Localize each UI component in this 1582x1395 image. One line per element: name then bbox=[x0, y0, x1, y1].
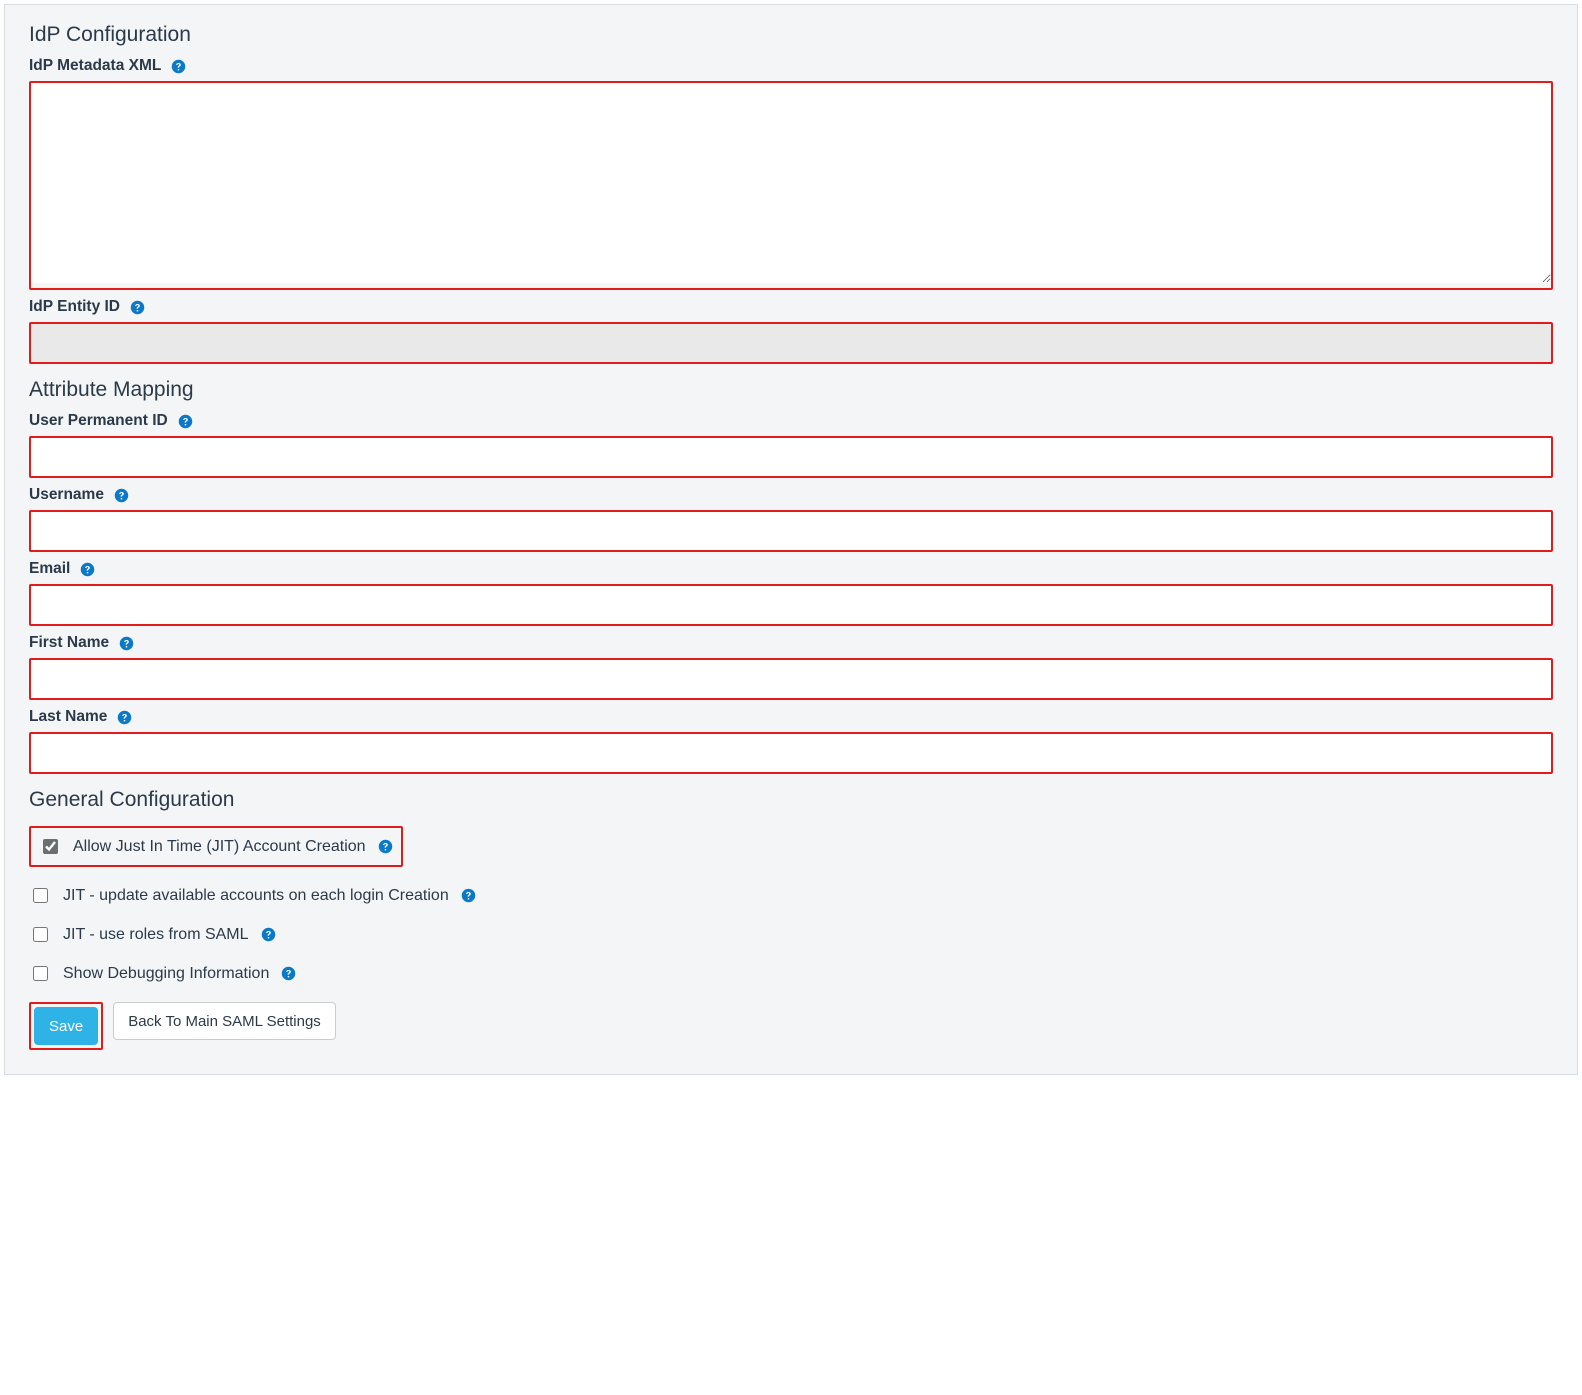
metadata-textarea[interactable] bbox=[31, 83, 1551, 283]
required-box-save: Save bbox=[29, 1002, 103, 1050]
check-row-debug: Show Debugging Information bbox=[29, 963, 1553, 984]
saml-config-panel: IdP Configuration IdP Metadata XML IdP E… bbox=[4, 4, 1578, 1075]
last-name-input[interactable] bbox=[31, 734, 1551, 772]
help-icon[interactable] bbox=[261, 927, 276, 942]
check-row-jit-update: JIT - update available accounts on each … bbox=[29, 885, 1553, 906]
back-button[interactable]: Back To Main SAML Settings bbox=[113, 1002, 336, 1040]
email-input[interactable] bbox=[31, 586, 1551, 624]
help-icon[interactable] bbox=[171, 59, 186, 74]
help-icon[interactable] bbox=[114, 488, 129, 503]
check-row-jit-create: Allow Just In Time (JIT) Account Creatio… bbox=[29, 826, 403, 867]
help-icon[interactable] bbox=[178, 414, 193, 429]
help-icon[interactable] bbox=[117, 710, 132, 725]
required-box-last-name bbox=[29, 732, 1553, 774]
label-row-username: Username bbox=[29, 486, 1553, 504]
required-box-perm-id bbox=[29, 436, 1553, 478]
required-box-first-name bbox=[29, 658, 1553, 700]
label-username: Username bbox=[29, 486, 104, 504]
label-row-last-name: Last Name bbox=[29, 708, 1553, 726]
label-row-first-name: First Name bbox=[29, 634, 1553, 652]
check-label-jit-roles: JIT - use roles from SAML bbox=[63, 926, 249, 944]
label-row-email: Email bbox=[29, 560, 1553, 578]
section-title-attr: Attribute Mapping bbox=[29, 378, 1553, 402]
checkbox-jit-update[interactable] bbox=[33, 888, 48, 903]
first-name-input[interactable] bbox=[31, 660, 1551, 698]
checkbox-jit-roles[interactable] bbox=[33, 927, 48, 942]
help-icon[interactable] bbox=[130, 300, 145, 315]
checkbox-debug[interactable] bbox=[33, 966, 48, 981]
required-box-username bbox=[29, 510, 1553, 552]
help-icon[interactable] bbox=[80, 562, 95, 577]
label-entity-id: IdP Entity ID bbox=[29, 298, 120, 316]
label-first-name: First Name bbox=[29, 634, 109, 652]
required-box-entity-id bbox=[29, 322, 1553, 364]
entity-id-input bbox=[31, 324, 1551, 362]
label-perm-id: User Permanent ID bbox=[29, 412, 168, 430]
section-title-idp: IdP Configuration bbox=[29, 23, 1553, 47]
label-row-perm-id: User Permanent ID bbox=[29, 412, 1553, 430]
save-button[interactable]: Save bbox=[34, 1007, 98, 1045]
help-icon[interactable] bbox=[378, 839, 393, 854]
checkbox-jit-create[interactable] bbox=[43, 839, 58, 854]
label-row-entity-id: IdP Entity ID bbox=[29, 298, 1553, 316]
required-box-email bbox=[29, 584, 1553, 626]
check-row-jit-roles: JIT - use roles from SAML bbox=[29, 924, 1553, 945]
help-icon[interactable] bbox=[281, 966, 296, 981]
username-input[interactable] bbox=[31, 512, 1551, 550]
label-row-metadata: IdP Metadata XML bbox=[29, 57, 1553, 75]
required-box-metadata bbox=[29, 81, 1553, 290]
label-email: Email bbox=[29, 560, 70, 578]
section-title-general: General Configuration bbox=[29, 788, 1553, 812]
label-metadata: IdP Metadata XML bbox=[29, 57, 161, 75]
check-label-jit-update: JIT - update available accounts on each … bbox=[63, 887, 449, 905]
check-label-jit-create: Allow Just In Time (JIT) Account Creatio… bbox=[73, 838, 366, 856]
label-last-name: Last Name bbox=[29, 708, 107, 726]
help-icon[interactable] bbox=[461, 888, 476, 903]
check-label-debug: Show Debugging Information bbox=[63, 965, 269, 983]
perm-id-input[interactable] bbox=[31, 438, 1551, 476]
button-row: Save Back To Main SAML Settings bbox=[29, 1002, 1553, 1050]
help-icon[interactable] bbox=[119, 636, 134, 651]
